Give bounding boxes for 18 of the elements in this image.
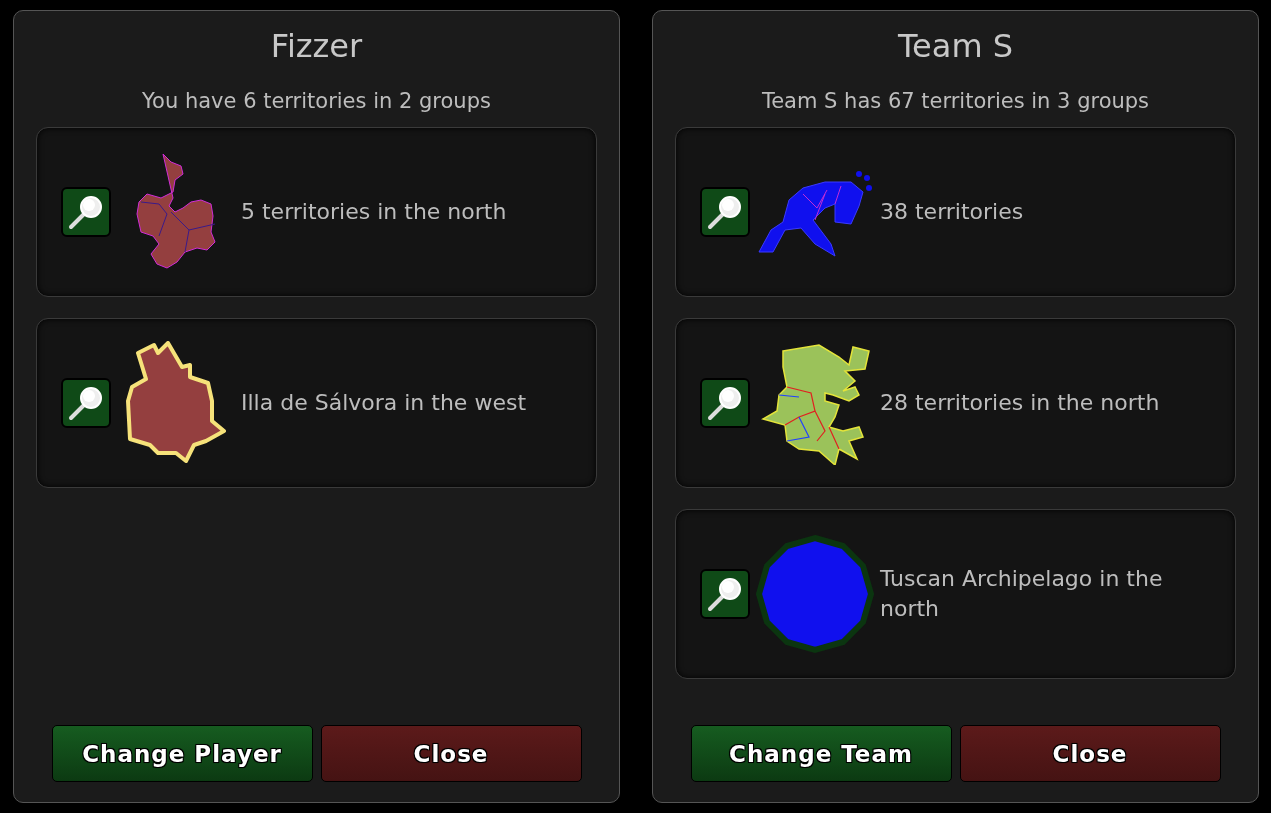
group-label: Illa de Sálvora in the west: [241, 389, 526, 417]
group-label: 28 territories in the north: [880, 389, 1160, 417]
panel-title: Fizzer: [270, 27, 363, 65]
territory-summary: Team S has 67 territories in 3 groups: [761, 89, 1150, 113]
territory-summary: You have 6 territories in 2 groups: [142, 89, 491, 113]
zoom-button[interactable]: [700, 569, 750, 619]
zoom-button[interactable]: [61, 187, 111, 237]
action-button[interactable]: Change Player: [51, 725, 313, 782]
group-label: 5 territories in the north: [241, 198, 507, 226]
zoom-button[interactable]: [700, 378, 750, 428]
action-button[interactable]: Close: [959, 725, 1221, 782]
zoom-button[interactable]: [700, 187, 750, 237]
group-label: Tuscan Archipelago in the north: [880, 565, 1164, 623]
group-label: 38 territories: [880, 198, 1024, 226]
action-button[interactable]: Change Team: [690, 725, 952, 782]
panel-title: Team S: [897, 27, 1014, 65]
action-button[interactable]: Close: [320, 725, 582, 782]
zoom-button[interactable]: [61, 378, 111, 428]
